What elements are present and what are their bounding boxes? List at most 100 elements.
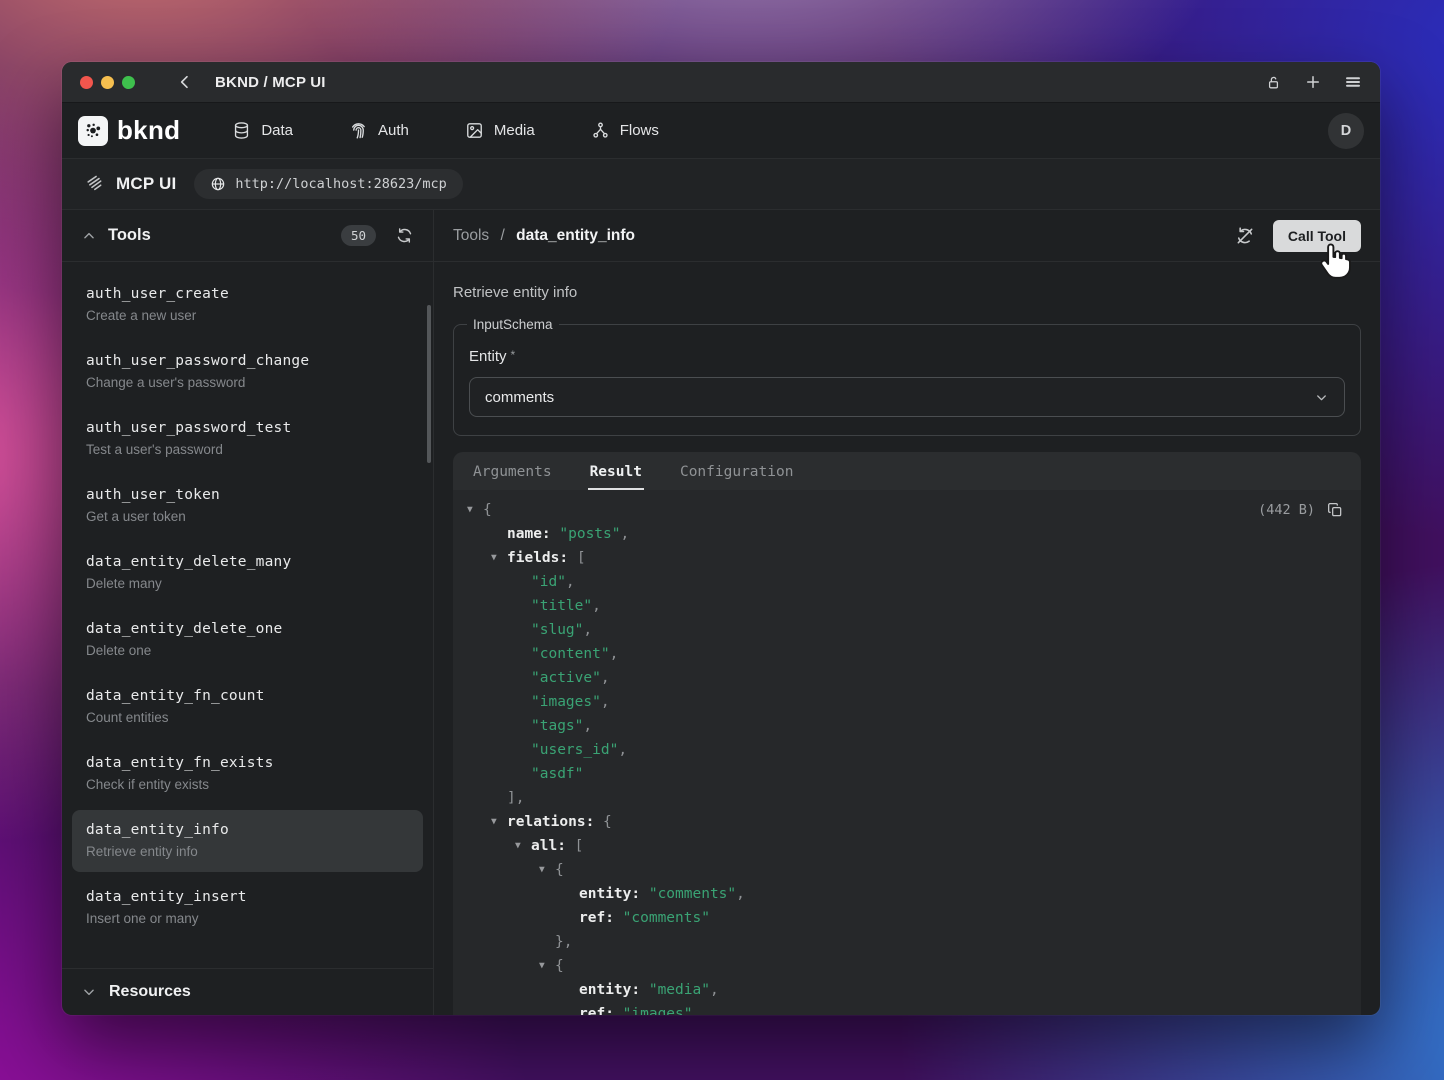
tool-item[interactable]: data_entity_delete_many Delete many xyxy=(72,542,423,604)
nav-item-media[interactable]: Media xyxy=(465,121,535,140)
tools-section-header[interactable]: Tools 50 xyxy=(62,210,433,262)
titlebar: BKND / MCP UI xyxy=(62,62,1380,103)
tool-item[interactable]: data_entity_insert Insert one or many xyxy=(72,877,423,939)
bknd-logo-icon xyxy=(78,116,108,146)
json-result-viewer: ▼{(442 B) name: "posts", ▼fields: [ "id"… xyxy=(453,490,1361,1015)
tool-item[interactable]: data_entity_fn_count Count entities xyxy=(72,676,423,738)
json-line: }, xyxy=(471,930,1343,954)
json-line: ], xyxy=(471,786,1343,810)
tool-item[interactable]: auth_user_create Create a new user xyxy=(72,274,423,336)
json-line: "title", xyxy=(471,594,1343,618)
sidebar-scrollbar-thumb[interactable] xyxy=(427,305,431,463)
result-panel: Arguments Result Configuration ▼{(442 B)… xyxy=(453,452,1361,1015)
nav-item-data[interactable]: Data xyxy=(232,121,293,140)
server-url: http://localhost:28623/mcp xyxy=(235,176,446,192)
auto-refresh-off-icon[interactable] xyxy=(1235,226,1255,246)
globe-icon xyxy=(210,176,226,192)
minimize-window-button[interactable] xyxy=(101,76,114,89)
nav-item-auth[interactable]: Auth xyxy=(349,121,409,140)
tool-description: Retrieve entity info xyxy=(453,284,1361,301)
json-line: ▼{ xyxy=(471,954,1343,978)
json-line: "content", xyxy=(471,642,1343,666)
json-line: "asdf" xyxy=(471,762,1343,786)
json-line: ref: "images" xyxy=(471,1002,1343,1015)
chevron-down-icon xyxy=(1314,390,1329,405)
main-nav: Data Auth Media Flows xyxy=(232,121,659,140)
brand-name: bknd xyxy=(117,115,180,146)
tree-caret-icon[interactable]: ▼ xyxy=(491,810,507,834)
nav-label: Media xyxy=(494,122,535,139)
workflow-icon xyxy=(591,121,610,140)
chevron-down-icon[interactable] xyxy=(82,985,96,999)
tree-caret-icon[interactable]: ▼ xyxy=(539,858,555,882)
breadcrumb-current: data_entity_info xyxy=(516,227,635,244)
result-tabs: Arguments Result Configuration xyxy=(453,452,1361,490)
tree-caret-icon[interactable]: ▼ xyxy=(491,546,507,570)
result-size-badge: (442 B) xyxy=(1258,498,1315,522)
tab-configuration[interactable]: Configuration xyxy=(678,452,796,490)
bknd-logo[interactable]: bknd xyxy=(78,115,180,146)
avatar[interactable]: D xyxy=(1328,113,1364,149)
tool-item[interactable]: data_entity_delete_one Delete one xyxy=(72,609,423,671)
image-icon xyxy=(465,121,484,140)
json-line: ref: "comments" xyxy=(471,906,1343,930)
tool-list: auth_user_create Create a new user auth_… xyxy=(62,262,433,968)
tool-item[interactable]: auth_user_token Get a user token xyxy=(72,475,423,537)
back-icon[interactable] xyxy=(177,74,193,90)
nav-label: Data xyxy=(261,122,293,139)
tools-section-title: Tools xyxy=(108,226,151,245)
tree-caret-icon[interactable]: ▼ xyxy=(467,498,483,522)
json-line: "slug", xyxy=(471,618,1343,642)
tab-arguments[interactable]: Arguments xyxy=(471,452,554,490)
entity-select-value: comments xyxy=(485,389,554,406)
app-header: bknd Data Auth Media Flows D xyxy=(62,103,1380,158)
window-title: BKND / MCP UI xyxy=(215,74,326,91)
close-window-button[interactable] xyxy=(80,76,93,89)
resources-section-title: Resources xyxy=(109,983,191,1001)
tools-count-badge: 50 xyxy=(341,225,376,246)
maximize-window-button[interactable] xyxy=(122,76,135,89)
json-line: ▼fields: [ xyxy=(471,546,1343,570)
tree-caret-icon[interactable]: ▼ xyxy=(515,834,531,858)
layers-icon xyxy=(84,174,104,194)
chevron-up-icon[interactable] xyxy=(82,229,96,243)
menu-icon[interactable] xyxy=(1344,73,1362,91)
json-line: ▼{(442 B) xyxy=(471,498,1343,522)
tool-item-selected[interactable]: data_entity_info Retrieve entity info xyxy=(72,810,423,872)
tool-detail-header: Tools / data_entity_info Call Tool xyxy=(434,210,1380,262)
mcp-subheader: MCP UI http://localhost:28623/mcp xyxy=(62,158,1380,210)
json-line: ▼{ xyxy=(471,858,1343,882)
page-title: MCP UI xyxy=(116,174,176,194)
breadcrumb-tools-link[interactable]: Tools xyxy=(453,227,489,244)
json-line: "id", xyxy=(471,570,1343,594)
json-line: "tags", xyxy=(471,714,1343,738)
nav-label: Flows xyxy=(620,122,659,139)
json-line: entity: "comments", xyxy=(471,882,1343,906)
nav-label: Auth xyxy=(378,122,409,139)
json-line: "users_id", xyxy=(471,738,1343,762)
server-url-pill[interactable]: http://localhost:28623/mcp xyxy=(194,169,462,199)
json-line: name: "posts", xyxy=(471,522,1343,546)
json-line: ▼relations: { xyxy=(471,810,1343,834)
database-icon xyxy=(232,121,251,140)
copy-icon[interactable] xyxy=(1327,502,1343,518)
refresh-tools-icon[interactable] xyxy=(396,227,413,244)
tool-item[interactable]: auth_user_password_change Change a user'… xyxy=(72,341,423,403)
json-line: entity: "media", xyxy=(471,978,1343,1002)
entity-field-label: Entity* xyxy=(469,348,1345,365)
unlock-icon[interactable] xyxy=(1265,74,1282,91)
entity-select[interactable]: comments xyxy=(469,377,1345,417)
tool-detail-pane: Tools / data_entity_info Call Tool Retri… xyxy=(434,210,1380,1015)
json-line: ▼all: [ xyxy=(471,834,1343,858)
nav-item-flows[interactable]: Flows xyxy=(591,121,659,140)
input-schema-legend: InputSchema xyxy=(467,317,559,332)
resources-section-header[interactable]: Resources xyxy=(62,968,433,1015)
breadcrumb: Tools / data_entity_info xyxy=(453,227,635,245)
tab-result[interactable]: Result xyxy=(588,452,644,490)
new-tab-icon[interactable] xyxy=(1304,73,1322,91)
tool-item[interactable]: data_entity_fn_exists Check if entity ex… xyxy=(72,743,423,805)
json-line: "active", xyxy=(471,666,1343,690)
tool-item[interactable]: auth_user_password_test Test a user's pa… xyxy=(72,408,423,470)
tree-caret-icon[interactable]: ▼ xyxy=(539,954,555,978)
call-tool-button[interactable]: Call Tool xyxy=(1273,220,1361,252)
